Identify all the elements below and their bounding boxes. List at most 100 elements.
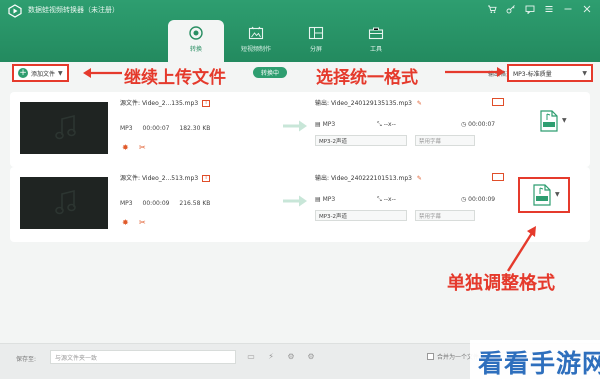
window-controls [487,4,592,15]
annotation-arrow-up [506,226,536,272]
close-icon[interactable] [582,4,592,14]
minimize-icon[interactable] [563,4,573,14]
pencil-icon[interactable]: ✎ [417,100,422,107]
tab-convert-label: 转换 [189,46,202,53]
effects-icon[interactable]: ✸ [122,218,131,227]
info-icon[interactable]: i [202,100,211,107]
annotation-arrow-left [83,68,122,78]
audio-channel-value: MP3-2声道 [319,214,348,220]
annotation-individual-format: 单独调整格式 [447,273,555,294]
audio-channel-select[interactable]: MP3-2声道 [315,135,407,146]
convert-arrow-icon [283,195,307,207]
video-thumbnail[interactable] [20,102,108,154]
settings-icon[interactable]: ⚙ [306,352,316,362]
effects-icon[interactable]: ✸ [122,143,131,152]
output-duration-value: 00:00:07 [468,121,496,128]
chevron-down-icon[interactable]: ▼ [555,191,560,198]
output-resolution: ⤡ --x-- [377,121,396,128]
cut-icon[interactable]: ✂ [139,218,148,227]
source-file-name: 源文件: Video_2...513.mp3 i [120,173,211,182]
source-label: 源文件: [120,175,141,182]
cart-icon[interactable] [487,4,497,14]
add-file-button[interactable]: + 添加文件 ▼ [12,64,69,82]
plus-icon: + [18,68,28,78]
subtitle-value: 禁用字幕 [419,214,442,220]
output-file-name: 输出: Video_240129135135.mp3 ✎ [315,98,422,107]
key-icon[interactable] [506,4,516,14]
source-name: Video_2...135.mp3 [141,100,199,107]
output-name: Video_240129135135.mp3 [330,100,412,107]
app-logo-icon [8,4,22,18]
info-icon[interactable]: i [202,175,211,182]
save-to-label: 保存至: [16,356,37,363]
audio-channel-value: MP3-2声道 [319,139,348,145]
source-label: 源文件: [120,100,141,107]
output-resolution-value: --x-- [383,196,396,203]
source-meta: MP3 00:00:07 182.30 KB [120,125,218,132]
hardware-icon[interactable]: ⚙ [286,352,296,362]
source-file-name: 源文件: Video_2...135.mp3 i [120,98,211,107]
message-icon[interactable] [525,4,535,15]
edit-tools: ✸ ✂ [122,143,148,152]
output-resolution-value: --x-- [383,121,396,128]
converting-badge[interactable]: 转换中 [253,67,288,78]
output-format-value: MP3 [322,196,336,203]
chevron-down-icon: ▼ [582,69,587,77]
watermark: 看看手游网 [478,349,600,378]
app-window: 数据蛙视频转换器（未注册） 转换 短视频制作 分屏 工具 + 添加文件 ▼ 转换… [0,0,600,379]
tab-split-screen-label: 分屏 [309,46,322,53]
music-note-icon [55,114,76,140]
audio-channel-select[interactable]: MP3-2声道 [315,210,407,221]
add-file-label: 添加文件 [31,70,56,78]
split-screen-icon [308,26,324,40]
subtitle-select[interactable]: 禁用字幕 [415,135,475,146]
app-title: 数据蛙视频转换器（未注册） [28,6,119,14]
output-format: ▤ MP3 [315,121,336,128]
output-format-select[interactable]: MP3-标准质量 ▼ [507,64,593,82]
source-duration: 00:00:09 [142,200,170,207]
video-thumbnail[interactable] [20,177,108,229]
video-icon [248,26,264,40]
subtitle-value: 禁用字幕 [419,139,442,145]
output-label: 输出: [315,175,330,182]
annotation-arrow-right [445,67,505,77]
hd-badge-icon[interactable] [492,98,504,106]
output-duration: ◷ 00:00:09 [461,196,496,203]
source-name: Video_2...513.mp3 [141,175,199,182]
tab-convert[interactable]: 转换 [168,20,224,62]
file-row[interactable]: 源文件: Video_2...135.mp3 i MP3 00:00:07 18… [10,92,590,167]
tab-tools-label: 工具 [369,46,382,53]
folder-icon[interactable]: ▭ [246,352,256,362]
convert-arrow-icon [283,120,307,132]
chevron-down-icon[interactable]: ▼ [562,117,567,124]
mp3-file-icon[interactable] [533,184,551,206]
mp3-file-icon[interactable] [540,110,558,132]
source-format: MP3 [120,200,133,207]
cut-icon[interactable]: ✂ [139,143,148,152]
output-duration: ◷ 00:00:07 [461,121,496,128]
output-format-value: MP3 [322,121,336,128]
source-meta: MP3 00:00:09 216.58 KB [120,200,218,207]
tab-tools[interactable]: 工具 [348,20,404,62]
source-duration: 00:00:07 [142,125,170,132]
tab-split-screen[interactable]: 分屏 [288,20,344,62]
tab-short-video[interactable]: 短视频制作 [228,20,284,62]
file-row[interactable]: 源文件: Video_2...513.mp3 i MP3 00:00:09 21… [10,167,590,242]
pencil-icon[interactable]: ✎ [417,175,422,182]
save-to-select[interactable]: 与源文件夹一致 [50,350,236,364]
output-label: 输出: [315,100,330,107]
gpu-accel-icon[interactable]: ⚡ [266,352,276,362]
edit-tools: ✸ ✂ [122,218,148,227]
chevron-down-icon[interactable]: ▼ [58,70,63,77]
convert-icon [189,26,203,40]
hd-badge-icon[interactable] [492,173,504,181]
subtitle-select[interactable]: 禁用字幕 [415,210,475,221]
output-format: ▤ MP3 [315,196,336,203]
output-format-value: MP3-标准质量 [513,70,552,78]
tab-short-video-label: 短视频制作 [240,46,271,53]
output-name: Video_240222101513.mp3 [330,175,412,182]
save-to-value: 与源文件夹一致 [55,355,98,362]
merge-checkbox[interactable] [427,353,434,360]
menu-icon[interactable] [544,4,554,14]
bottom-tools: ▭ ⚡ ⚙ ⚙ [246,352,316,362]
